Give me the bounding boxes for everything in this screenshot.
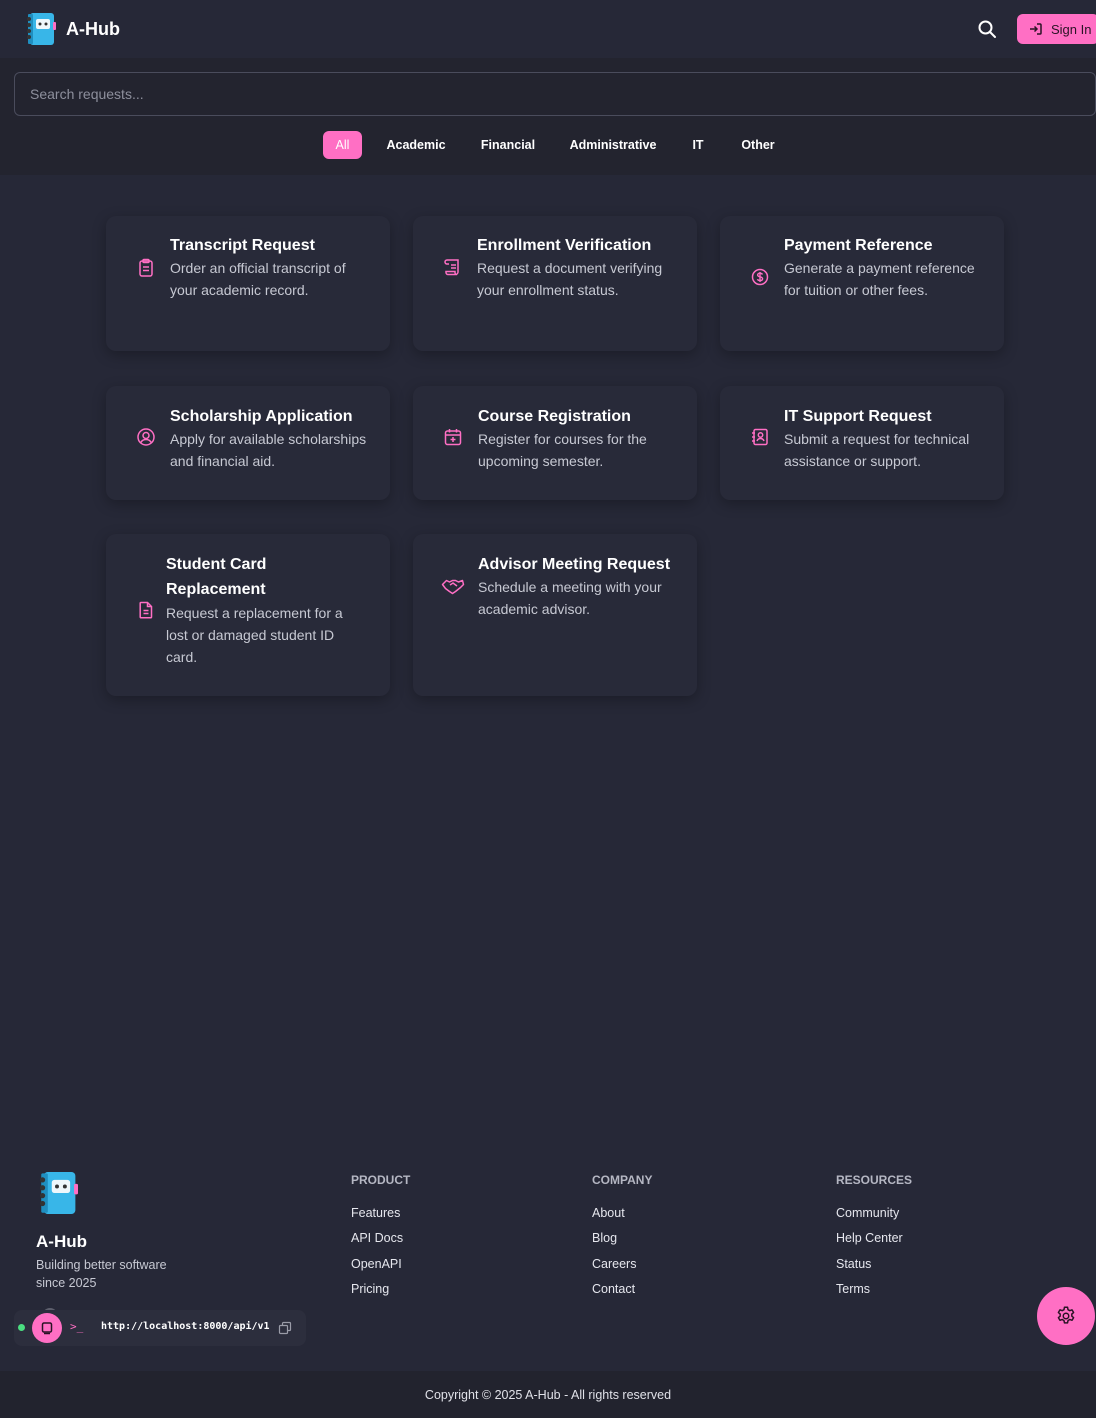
footer-link-features[interactable]: Features <box>351 1206 400 1220</box>
tab-it[interactable]: IT <box>684 131 712 159</box>
clipboard-icon <box>139 258 153 277</box>
tab-academic[interactable]: Academic <box>378 131 454 159</box>
top-navbar: A-Hub Sign In <box>0 0 1096 58</box>
card-description: Register for courses for the upcoming se… <box>478 431 647 469</box>
request-card-it-support[interactable]: IT Support Request Submit a request for … <box>720 386 1004 500</box>
gear-icon <box>1057 1306 1075 1324</box>
tab-all[interactable]: All <box>323 131 362 159</box>
api-endpoint-bar: >_ http://localhost:8000/api/v1 <box>14 1310 306 1346</box>
notebook-robot-logo-icon <box>39 1172 78 1214</box>
notebook-robot-logo-icon <box>27 13 56 45</box>
stop-square-icon <box>41 1322 53 1335</box>
handshake-icon <box>441 579 465 595</box>
api-url: http://localhost:8000/api/v1 <box>101 1321 270 1332</box>
footer-column-title: COMPANY <box>592 1173 653 1187</box>
request-card-transcript[interactable]: Transcript Request Order an official tra… <box>106 216 390 351</box>
tab-administrative[interactable]: Administrative <box>562 131 664 159</box>
tab-other[interactable]: Other <box>732 131 784 159</box>
card-description: Schedule a meeting with your academic ad… <box>478 579 662 617</box>
terminal-prompt-icon: >_ <box>70 1320 84 1333</box>
request-card-course-registration[interactable]: Course Registration Register for courses… <box>413 386 697 500</box>
card-description: Request a replacement for a lost or dama… <box>166 605 343 665</box>
card-title: Scholarship Application <box>170 408 353 425</box>
card-description: Generate a payment reference for tuition… <box>784 260 975 298</box>
footer-link-status[interactable]: Status <box>836 1257 871 1271</box>
card-title: Advisor Meeting Request <box>478 556 671 573</box>
footer-column-title: RESOURCES <box>836 1173 913 1187</box>
footer-brand: A-Hub <box>36 1232 87 1251</box>
sign-in-button[interactable]: Sign In <box>1017 14 1096 44</box>
footer-link-help-center[interactable]: Help Center <box>836 1231 903 1245</box>
dollar-coin-icon <box>751 268 769 286</box>
category-tabs: All Academic Financial Administrative IT… <box>0 131 1096 159</box>
card-title: Course Registration <box>478 408 631 425</box>
footer-link-blog[interactable]: Blog <box>592 1231 617 1245</box>
search-icon[interactable] <box>977 19 997 39</box>
contact-book-icon <box>752 428 768 446</box>
footer-link-about[interactable]: About <box>592 1206 625 1220</box>
card-description: Request a document verifying your enroll… <box>477 260 663 298</box>
request-card-advisor-meeting[interactable]: Advisor Meeting Request Schedule a meeti… <box>413 534 697 696</box>
search-input[interactable] <box>14 72 1096 116</box>
card-title: IT Support Request <box>784 408 932 425</box>
footer-tagline: Building better software since 2025 <box>36 1258 167 1290</box>
card-description: Order an official transcript of your aca… <box>170 260 346 298</box>
copyright-text: Copyright © 2025 A-Hub - All rights rese… <box>424 1387 672 1402</box>
api-toggle-button[interactable] <box>32 1313 62 1343</box>
request-card-payment-reference[interactable]: Payment Reference Generate a payment ref… <box>720 216 1004 351</box>
copy-icon[interactable] <box>278 1321 292 1335</box>
request-card-scholarship-application[interactable]: Scholarship Application Apply for availa… <box>106 386 390 500</box>
filter-bar: All Academic Financial Administrative IT… <box>0 58 1096 175</box>
footer-link-terms[interactable]: Terms <box>836 1282 870 1296</box>
footer-link-contact[interactable]: Contact <box>592 1282 635 1296</box>
user-circle-icon <box>137 428 155 446</box>
card-description: Apply for available scholarships and fin… <box>170 431 367 469</box>
scroll-icon <box>444 259 459 276</box>
footer-link-openapi[interactable]: OpenAPI <box>351 1257 402 1271</box>
copyright-bar: Copyright © 2025 A-Hub - All rights rese… <box>0 1371 1096 1418</box>
status-online-dot <box>18 1324 25 1331</box>
card-title: Student Card Replacement <box>166 556 267 598</box>
file-icon <box>139 601 153 619</box>
card-title: Payment Reference <box>784 237 933 254</box>
request-card-student-card-replacement[interactable]: Student Card Replacement Request a repla… <box>106 534 390 696</box>
footer-link-careers[interactable]: Careers <box>592 1257 636 1271</box>
sign-in-label: Sign In <box>1051 21 1092 37</box>
card-description: Submit a request for technical assistanc… <box>784 431 970 469</box>
footer-link-pricing[interactable]: Pricing <box>351 1282 389 1296</box>
tab-financial[interactable]: Financial <box>472 131 544 159</box>
calendar-plus-icon <box>444 429 462 446</box>
card-title: Enrollment Verification <box>477 237 652 254</box>
settings-button[interactable] <box>1037 1287 1095 1345</box>
footer-link-api-docs[interactable]: API Docs <box>351 1231 403 1245</box>
footer-column-title: PRODUCT <box>351 1173 411 1187</box>
login-icon <box>1030 23 1042 35</box>
card-title: Transcript Request <box>170 237 315 254</box>
request-card-enrollment-verification[interactable]: Enrollment Verification Request a docume… <box>413 216 697 351</box>
app-title: A-Hub <box>66 18 120 39</box>
brand[interactable]: A-Hub <box>24 12 120 46</box>
footer-link-community[interactable]: Community <box>836 1206 899 1220</box>
